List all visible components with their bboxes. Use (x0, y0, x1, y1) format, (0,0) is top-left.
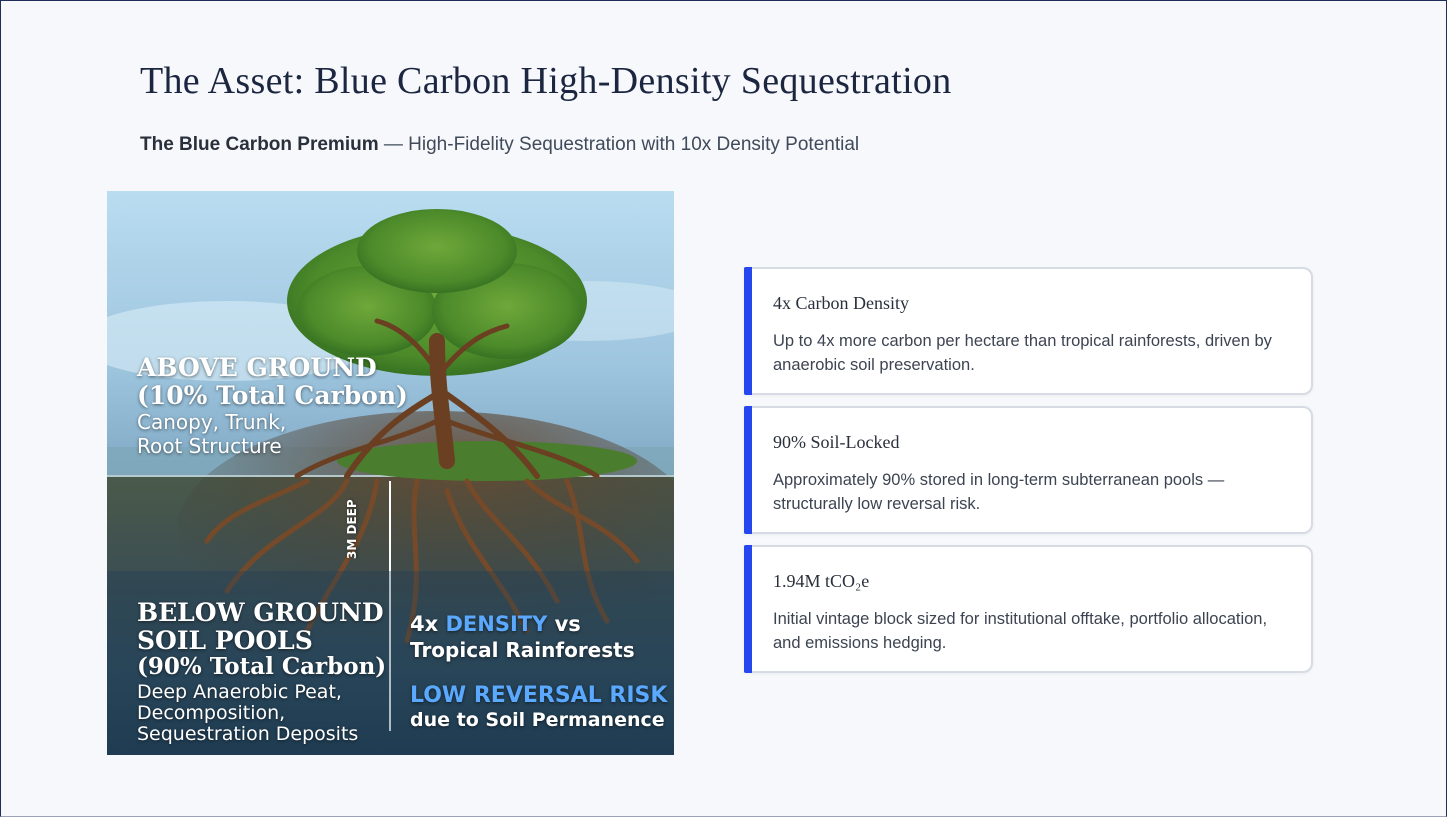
below-ground-desc-2: Decomposition, (137, 702, 286, 724)
density-suffix: vs (547, 612, 581, 636)
risk-callout: LOW REVERSAL RISK (410, 683, 668, 708)
card-soil-locked: 90% Soil-Locked Approximately 90% stored… (744, 406, 1313, 534)
density-prefix: 4x (410, 612, 446, 636)
page-subtitle: The Blue Carbon Premium — High-Fidelity … (140, 134, 859, 156)
subtitle-text: — High-Fidelity Sequestration with 10x D… (378, 134, 860, 155)
mangrove-illustration: ABOVE GROUND (10% Total Carbon) Canopy, … (107, 191, 674, 755)
card-carbon-density: 4x Carbon Density Up to 4x more carbon p… (744, 267, 1313, 395)
above-ground-percent: (10% Total Carbon) (137, 381, 408, 410)
below-ground-heading-1: BELOW GROUND (137, 598, 384, 627)
card-title: 4x Carbon Density (773, 293, 909, 313)
below-ground-percent: (90% Total Carbon) (137, 653, 387, 680)
card-body: Approximately 90% stored in long-term su… (773, 471, 1225, 513)
above-ground-heading: ABOVE GROUND (137, 353, 377, 382)
above-ground-desc-1: Canopy, Trunk, (137, 410, 287, 434)
below-ground-desc-1: Deep Anaerobic Peat, (137, 681, 342, 703)
card-body: Up to 4x more carbon per hectare than tr… (773, 332, 1272, 374)
density-callout-line2: Tropical Rainforests (410, 638, 635, 662)
above-ground-desc-2: Root Structure (137, 434, 282, 458)
density-word: DENSITY (445, 612, 548, 636)
card-title: 90% Soil-Locked (773, 432, 900, 452)
card-vintage-block: 1.94M tCO₂e Initial vintage block sized … (744, 545, 1313, 673)
card-body: Initial vintage block sized for institut… (773, 610, 1268, 652)
card-title: 1.94M tCO₂e (773, 571, 870, 591)
subtitle-emphasis: The Blue Carbon Premium (140, 134, 379, 155)
density-callout: 4x DENSITY vs (410, 612, 581, 636)
below-ground-desc-3: Sequestration Deposits (137, 723, 359, 745)
depth-label: 3M DEEP (345, 499, 359, 559)
page-title: The Asset: Blue Carbon High-Density Sequ… (140, 60, 952, 102)
slide-frame: The Asset: Blue Carbon High-Density Sequ… (0, 0, 1447, 817)
risk-callout-line2: due to Soil Permanence (410, 709, 665, 731)
highlight-cards: 4x Carbon Density Up to 4x more carbon p… (744, 267, 1313, 684)
below-ground-heading-2: SOIL POOLS (137, 626, 313, 655)
